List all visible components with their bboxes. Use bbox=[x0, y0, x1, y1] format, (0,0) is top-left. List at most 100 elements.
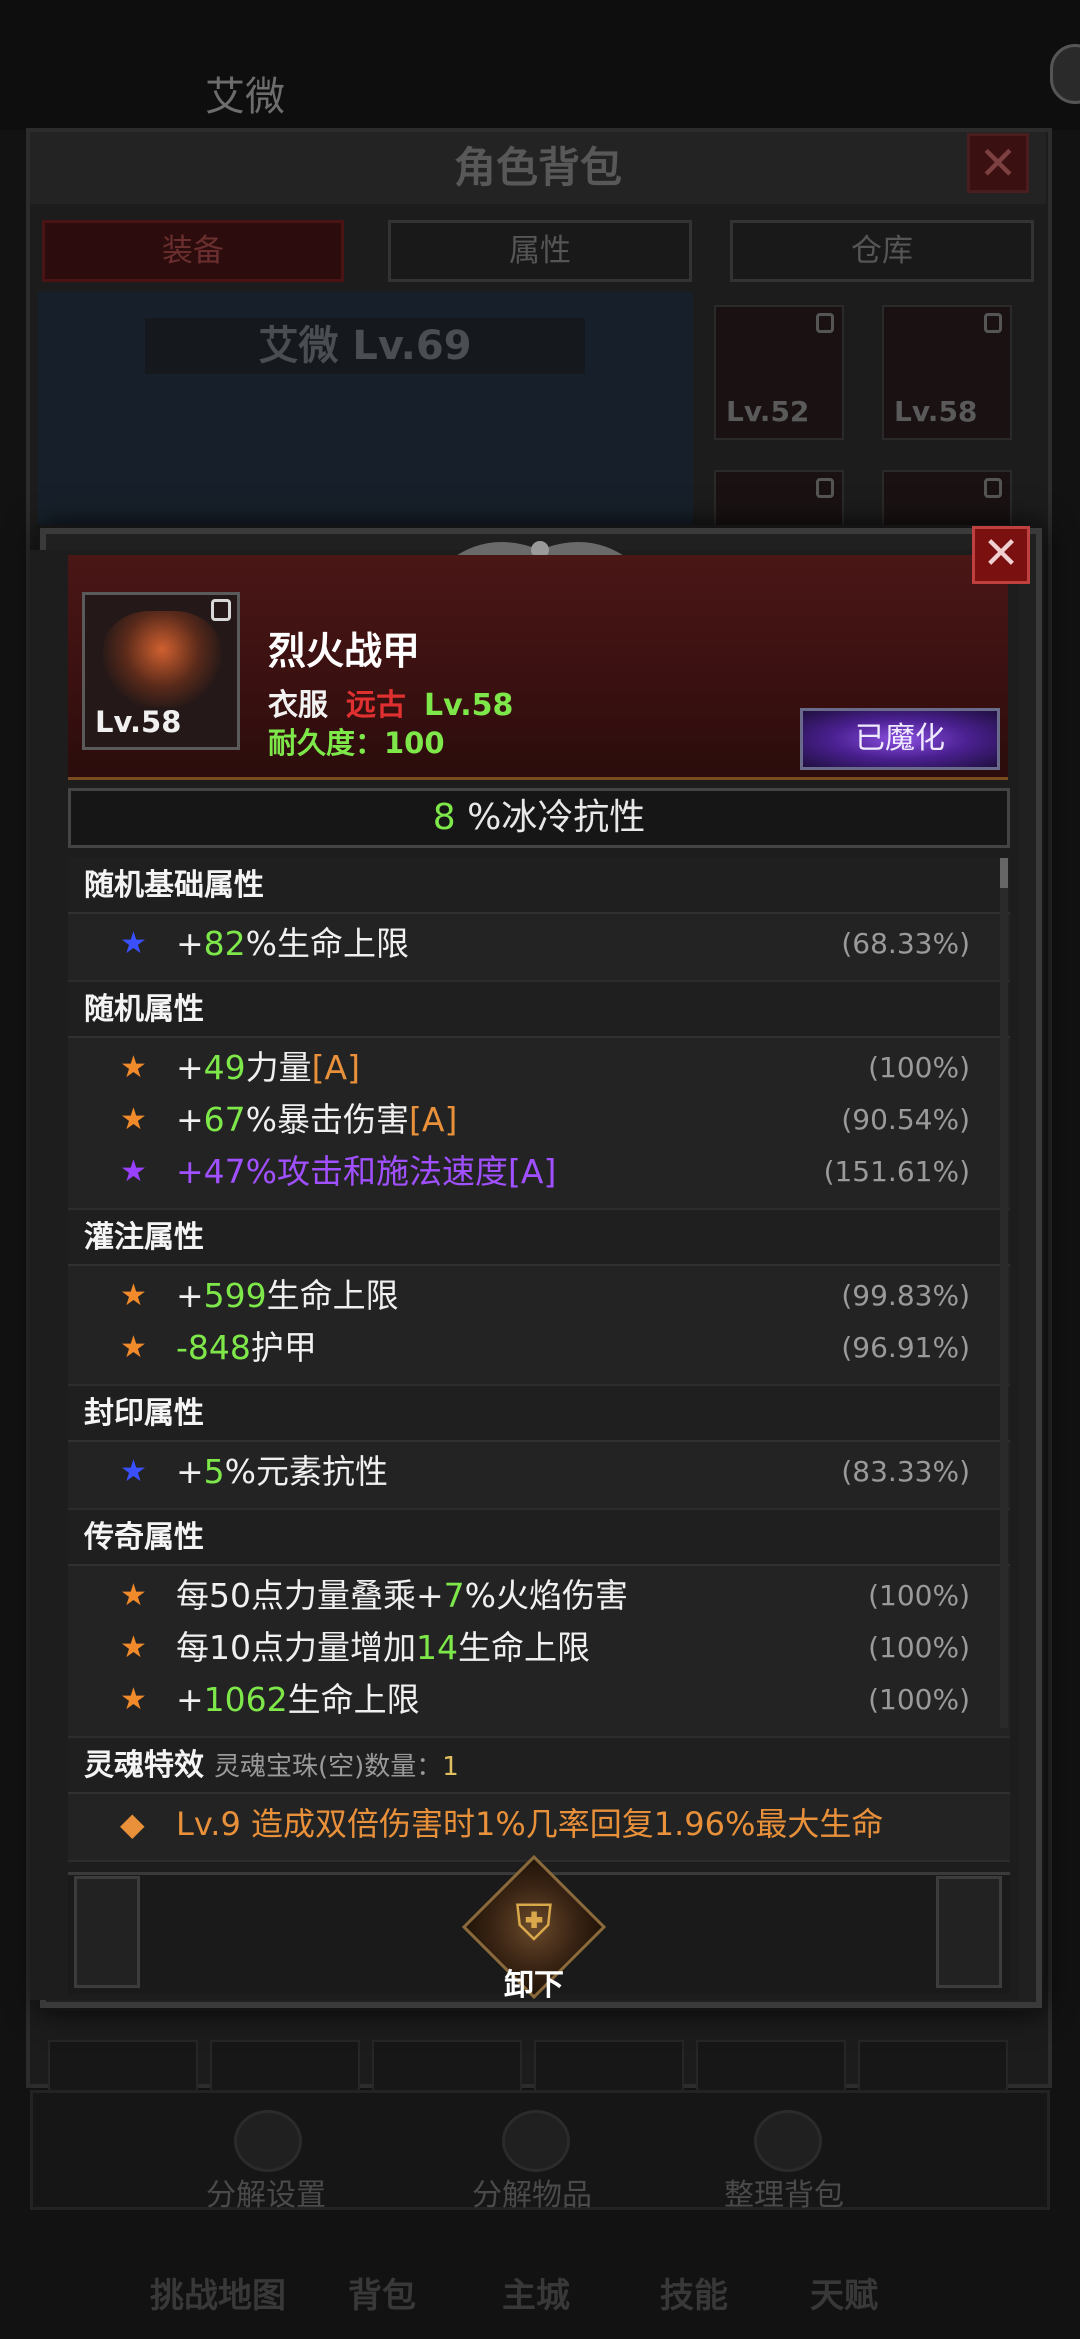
slot-level: Lv.52 bbox=[726, 395, 810, 428]
diamond-icon: ◆ bbox=[120, 1805, 145, 1843]
stat-tag: [A] bbox=[311, 1048, 360, 1087]
sort-bag-icon bbox=[754, 2110, 822, 2172]
lock-icon bbox=[984, 478, 1002, 498]
stat-percent: (83.33%) bbox=[841, 1455, 970, 1488]
tab-attributes[interactable]: 属性 bbox=[388, 220, 692, 282]
section-header: 传奇属性 bbox=[68, 1510, 1010, 1566]
scrollbar-thumb[interactable] bbox=[1000, 858, 1008, 888]
gear-icon bbox=[234, 2110, 302, 2172]
section-body: ★ 每50点力量叠乘+7%火焰伤害 (100%) ★ 每10点力量增加14生命上限 (10… bbox=[68, 1566, 1010, 1738]
window-close-button[interactable]: ✕ bbox=[967, 133, 1029, 193]
stat-prefix: + bbox=[176, 1276, 204, 1315]
item-type: 衣服 bbox=[268, 688, 328, 723]
soul-effect: Lv.9 造成双倍伤害时1%几率回复1.96%最大生命 bbox=[176, 1805, 884, 1843]
stat-text: 生命上限 bbox=[458, 1628, 590, 1667]
lock-icon bbox=[816, 313, 834, 333]
stat-percent: (68.33%) bbox=[841, 927, 970, 960]
nav-challenge-map[interactable]: 挑战地图 bbox=[150, 2268, 286, 2317]
stat-percent: (99.83%) bbox=[841, 1279, 970, 1312]
stat-tag: [A] bbox=[409, 1100, 458, 1139]
top-bar bbox=[0, 0, 1080, 130]
inventory-slot[interactable]: Lv.58 bbox=[882, 305, 1012, 440]
star-icon: ★ bbox=[120, 1050, 147, 1085]
enchant-badge[interactable]: 已魔化 bbox=[800, 708, 1000, 770]
stats-list[interactable]: 随机基础属性 ★ +82%生命上限 (68.33%) 随机属性 ★ +49力量[A] (100… bbox=[68, 858, 1010, 1870]
stat-value: 49 bbox=[203, 1048, 246, 1087]
decompose-settings-button[interactable]: 分解设置 bbox=[206, 2170, 326, 2214]
star-icon: ★ bbox=[120, 1278, 147, 1313]
stat-value: 82 bbox=[203, 924, 246, 963]
item-icon: Lv.58 bbox=[82, 592, 240, 750]
star-icon: ★ bbox=[120, 1682, 147, 1717]
stat-value: 14 bbox=[416, 1628, 458, 1667]
item-meta: 衣服 远古 Lv.58 bbox=[268, 680, 513, 724]
stat-prefix: + bbox=[176, 1680, 204, 1719]
stat-percent: (96.91%) bbox=[841, 1331, 970, 1364]
stat-line: ★ 每50点力量叠乘+7%火焰伤害 (100%) bbox=[68, 1570, 1010, 1622]
star-icon: ★ bbox=[120, 1578, 147, 1613]
star-icon: ★ bbox=[120, 1454, 147, 1489]
stat-prefix: 每50点力量叠乘+ bbox=[176, 1576, 444, 1615]
stat-prefix: + bbox=[176, 1048, 204, 1087]
stat-text: %暴击伤害 bbox=[245, 1100, 410, 1139]
footer-ornament-right bbox=[936, 1876, 1002, 1988]
inventory-slot[interactable]: Lv.52 bbox=[714, 305, 844, 440]
inventory-slot[interactable] bbox=[882, 470, 1012, 530]
stat-line: ★ +5%元素抗性 (83.33%) bbox=[68, 1446, 1010, 1498]
item-name: 烈火战甲 bbox=[268, 629, 421, 673]
star-icon: ★ bbox=[120, 1102, 147, 1137]
item-rarity: 远古 bbox=[346, 688, 406, 723]
stat-value: 7 bbox=[443, 1576, 465, 1615]
nav-talents[interactable]: 天赋 bbox=[810, 2268, 878, 2317]
nav-skills[interactable]: 技能 bbox=[660, 2268, 728, 2317]
soul-count: 1 bbox=[442, 1752, 459, 1782]
stat-prefix: + bbox=[176, 1100, 204, 1139]
section-header: 随机基础属性 bbox=[68, 858, 1010, 914]
stat-value: 599 bbox=[203, 1276, 267, 1315]
lock-icon bbox=[984, 313, 1002, 333]
stat-text: %元素抗性 bbox=[224, 1452, 389, 1491]
sections-container: 随机基础属性 ★ +82%生命上限 (68.33%) 随机属性 ★ +49力量[A] (100… bbox=[68, 858, 1010, 1738]
tab-storage[interactable]: 仓库 bbox=[730, 220, 1034, 282]
unequip-label[interactable]: 卸下 bbox=[494, 1960, 574, 2004]
stat-line: ★ 每10点力量增加14生命上限 (100%) bbox=[68, 1622, 1010, 1674]
section-title: 灵魂特效 bbox=[84, 1748, 204, 1783]
soul-effect-line: ◆ Lv.9 造成双倍伤害时1%几率回复1.96%最大生命 bbox=[68, 1798, 1010, 1850]
stat-tag: [A] bbox=[508, 1152, 557, 1191]
stat-percent: (100%) bbox=[868, 1051, 970, 1084]
stat-line: ★ +1062生命上限 (100%) bbox=[68, 1674, 1010, 1726]
stat-value: 67 bbox=[203, 1100, 246, 1139]
stat-percent: (100%) bbox=[868, 1631, 970, 1664]
stat-prefix: + bbox=[176, 924, 204, 963]
main-stat: 8 %冰冷抗性 bbox=[68, 788, 1010, 848]
scrollbar[interactable] bbox=[1000, 858, 1008, 1728]
stat-line: ★ +67%暴击伤害[A] (90.54%) bbox=[68, 1094, 1010, 1146]
popup-close-button[interactable]: ✕ bbox=[972, 526, 1030, 584]
section-header: 随机属性 bbox=[68, 982, 1010, 1038]
armor-icon bbox=[103, 611, 221, 707]
section-body: ★ +82%生命上限 (68.33%) bbox=[68, 914, 1010, 982]
section-soul-body: ◆ Lv.9 造成双倍伤害时1%几率回复1.96%最大生命 bbox=[68, 1794, 1010, 1862]
footer-ornament-left bbox=[74, 1876, 140, 1988]
lock-icon bbox=[211, 599, 231, 621]
star-icon: ★ bbox=[120, 1154, 147, 1189]
stat-percent: (100%) bbox=[868, 1683, 970, 1716]
sort-bag-button[interactable]: 整理背包 bbox=[724, 2170, 844, 2214]
stat-line: ★ +599生命上限 (99.83%) bbox=[68, 1270, 1010, 1322]
section-body: ★ +599生命上限 (99.83%) ★ -848护甲 (96.91%) bbox=[68, 1266, 1010, 1386]
stat-value: 1062 bbox=[203, 1680, 288, 1719]
decompose-items-button[interactable]: 分解物品 bbox=[472, 2170, 592, 2214]
nav-main-city[interactable]: 主城 bbox=[502, 2268, 570, 2317]
section-soul-header: 灵魂特效 灵魂宝珠(空)数量：1 bbox=[68, 1738, 1010, 1794]
stat-text: 生命上限 bbox=[266, 1276, 399, 1315]
inventory-slot[interactable] bbox=[714, 470, 844, 530]
nav-bag[interactable]: 背包 bbox=[348, 2268, 416, 2317]
tab-equipment[interactable]: 装备 bbox=[42, 220, 344, 282]
lock-icon bbox=[816, 478, 834, 498]
character-name: 艾微 bbox=[205, 74, 285, 120]
window-title: 角色背包 bbox=[30, 132, 1046, 204]
section-body: ★ +49力量[A] (100%) ★ +67%暴击伤害[A] (90.54%) ★ +47%… bbox=[68, 1038, 1010, 1210]
star-icon: ★ bbox=[120, 926, 147, 961]
section-body: ★ +5%元素抗性 (83.33%) bbox=[68, 1442, 1010, 1510]
armor-icon: ⛨ bbox=[515, 1894, 553, 1952]
